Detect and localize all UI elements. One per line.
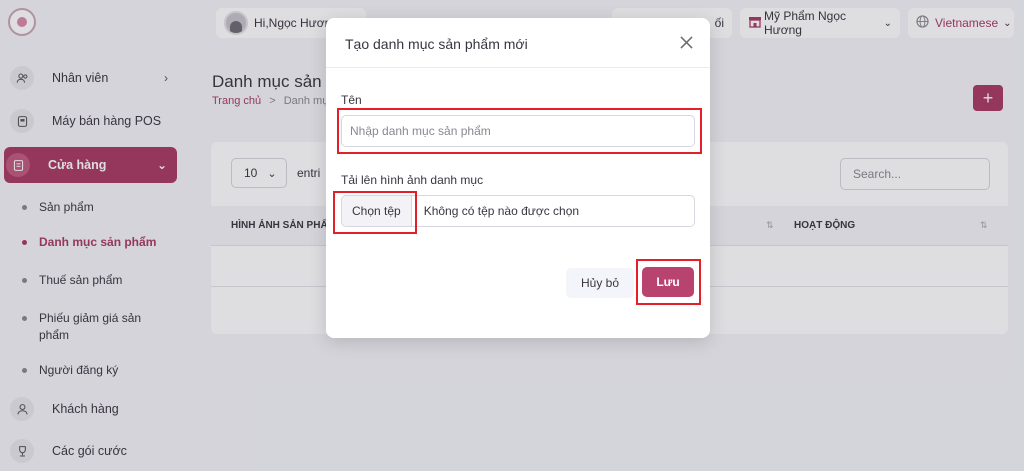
upload-label: Tải lên hình ảnh danh mục: [341, 173, 484, 187]
close-icon[interactable]: [678, 34, 694, 50]
modal-title: Tạo danh mục sản phẩm mới: [345, 36, 528, 52]
name-label: Tên: [341, 93, 362, 107]
file-status-text: Không có tệp nào được chọn: [423, 204, 580, 218]
file-upload-field[interactable]: Chọn tệp Không có tệp nào được chọn: [341, 195, 695, 227]
create-category-modal: Tạo danh mục sản phẩm mới Tên Tải lên hì…: [326, 18, 710, 338]
save-button[interactable]: Lưu: [642, 267, 694, 297]
cancel-button[interactable]: Hủy bỏ: [566, 268, 634, 298]
modal-header: Tạo danh mục sản phẩm mới: [326, 18, 710, 68]
category-name-input[interactable]: [341, 115, 695, 147]
choose-file-button[interactable]: Chọn tệp: [342, 196, 412, 226]
